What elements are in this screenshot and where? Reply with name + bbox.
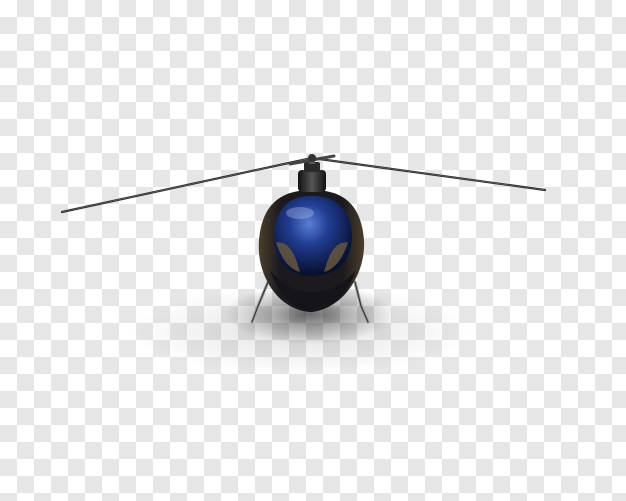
canopy [274, 196, 352, 276]
transparency-checkerboard [0, 0, 626, 501]
helicopter-scene [60, 154, 547, 375]
